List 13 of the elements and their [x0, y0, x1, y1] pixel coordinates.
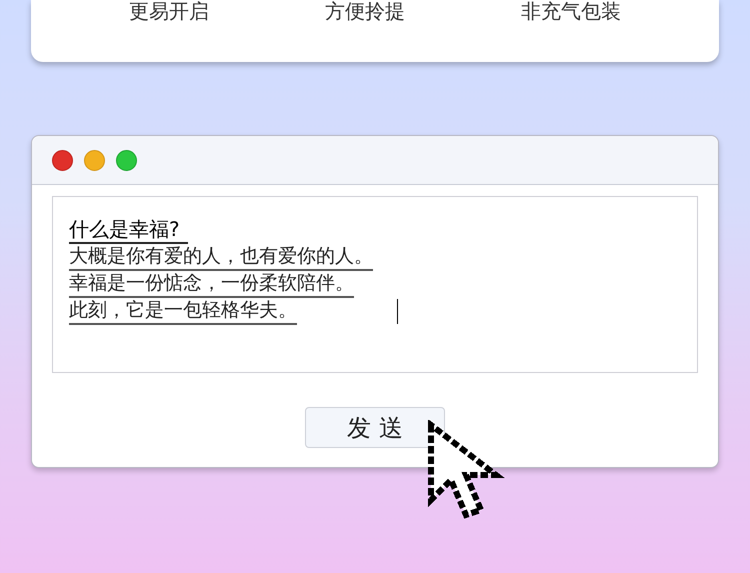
- editor-line: 幸福是一份惦念，一份柔软陪伴。: [69, 271, 354, 298]
- feature-label: 方便拎提: [325, 0, 405, 22]
- maximize-icon[interactable]: [116, 150, 137, 170]
- editor-line: 大概是你有爱的人，也有爱你的人。: [69, 244, 373, 271]
- feature-label: 非充气包装: [521, 0, 621, 22]
- close-icon[interactable]: [52, 150, 73, 170]
- text-cursor-icon: [397, 299, 398, 324]
- text-area[interactable]: 什么是幸福? 大概是你有爱的人，也有爱你的人。 幸福是一份惦念，一份柔软陪伴。 此刻，它是一包轻格华夫。: [52, 196, 698, 373]
- editor-line: 此刻，它是一包轻格华夫。: [69, 298, 297, 325]
- feature-label: 更易开启: [129, 0, 209, 22]
- send-button[interactable]: 发 送: [305, 407, 445, 448]
- editor-title: 什么是幸福?: [69, 217, 188, 244]
- minimize-icon[interactable]: [84, 150, 105, 170]
